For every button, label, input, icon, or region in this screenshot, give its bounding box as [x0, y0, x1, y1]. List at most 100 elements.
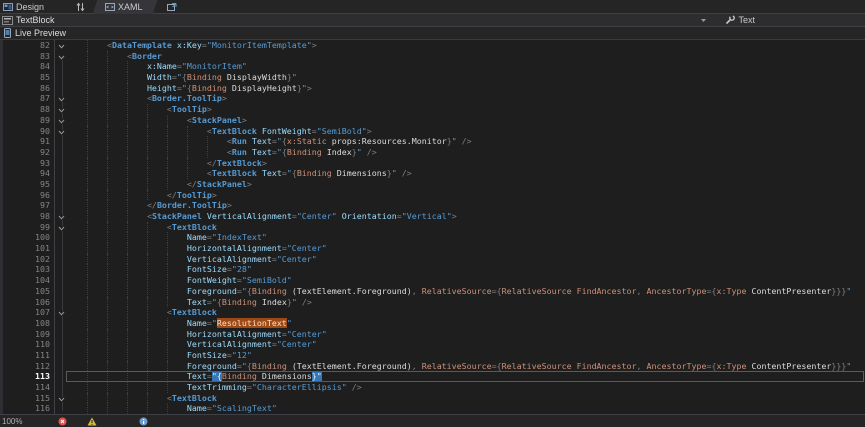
line-number[interactable]: 99 — [0, 222, 54, 233]
wrench-action-label[interactable]: Text — [738, 15, 755, 25]
line-number[interactable]: 115 — [0, 393, 54, 404]
line-number[interactable]: 91 — [0, 136, 54, 147]
code-line[interactable]: 84 x:Name="MonitorItem" — [0, 61, 865, 72]
code-text[interactable]: VerticalAlignment="Center" — [67, 339, 317, 350]
message-icon[interactable] — [139, 417, 148, 426]
code-text[interactable]: Text="{Binding Index}" /> — [67, 297, 312, 308]
fold-chevron-icon[interactable] — [54, 115, 67, 126]
code-text[interactable]: <TextBlock — [67, 307, 217, 318]
code-line[interactable]: 97 </Border.ToolTip> — [0, 200, 865, 211]
fold-chevron-icon[interactable] — [54, 211, 67, 222]
fold-chevron-icon[interactable] — [54, 93, 67, 104]
code-line[interactable]: 110 VerticalAlignment="Center" — [0, 339, 865, 350]
breadcrumb-element[interactable]: TextBlock — [16, 15, 55, 25]
code-text[interactable]: <TextBlock — [67, 222, 217, 233]
code-text[interactable]: HorizontalAlignment="Center" — [67, 243, 327, 254]
code-text[interactable]: Foreground="{Binding (TextElement.Foregr… — [67, 361, 851, 372]
code-line[interactable]: 98 <StackPanel VerticalAlignment="Center… — [0, 211, 865, 222]
line-number[interactable]: 90 — [0, 126, 54, 137]
line-number[interactable]: 114 — [0, 382, 54, 393]
code-line[interactable]: 113 Text="{Binding Dimensions}" — [0, 371, 865, 382]
code-text[interactable]: VerticalAlignment="Center" — [67, 254, 317, 265]
code-line[interactable]: 116 Name="ScalingText" — [0, 403, 865, 414]
code-line[interactable]: 95 </StackPanel> — [0, 179, 865, 190]
line-number[interactable]: 87 — [0, 93, 54, 104]
code-line[interactable]: 88 <ToolTip> — [0, 104, 865, 115]
code-text[interactable]: <Run Text="{x:Static props:Resources.Mon… — [67, 136, 472, 147]
fold-chevron-icon[interactable] — [54, 51, 67, 62]
code-line[interactable]: 99 <TextBlock — [0, 222, 865, 233]
line-number[interactable]: 112 — [0, 361, 54, 372]
code-text[interactable]: <Run Text="{Binding Index}" /> — [67, 147, 377, 158]
code-text[interactable]: <StackPanel> — [67, 115, 247, 126]
code-text[interactable]: Name="ResolutionText" — [67, 318, 292, 329]
fold-chevron-icon[interactable] — [54, 40, 67, 51]
line-number[interactable]: 102 — [0, 254, 54, 265]
line-number[interactable]: 109 — [0, 329, 54, 340]
code-line[interactable]: 91 <Run Text="{x:Static props:Resources.… — [0, 136, 865, 147]
line-number[interactable]: 104 — [0, 275, 54, 286]
error-icon[interactable] — [58, 417, 67, 426]
code-text[interactable]: Height="{Binding DisplayHeight}"> — [67, 83, 312, 94]
code-text[interactable]: <TextBlock — [67, 393, 217, 404]
code-text[interactable]: <ToolTip> — [67, 104, 212, 115]
tab-design[interactable]: Design — [16, 2, 44, 12]
code-text[interactable]: FontSize="28" — [67, 264, 252, 275]
code-line[interactable]: 96 </ToolTip> — [0, 190, 865, 201]
code-text[interactable]: FontSize="12" — [67, 350, 252, 361]
fold-chevron-icon[interactable] — [54, 104, 67, 115]
line-number[interactable]: 106 — [0, 297, 54, 308]
code-line[interactable]: 105 Foreground="{Binding (TextElement.Fo… — [0, 286, 865, 297]
line-number[interactable]: 107 — [0, 307, 54, 318]
code-line[interactable]: 85 Width="{Binding DisplayWidth}" — [0, 72, 865, 83]
swap-views-icon[interactable] — [76, 2, 85, 12]
code-line[interactable]: 93 </TextBlock> — [0, 158, 865, 169]
code-text[interactable]: <DataTemplate x:Key="MonitorItemTemplate… — [67, 40, 317, 51]
code-text[interactable]: </ToolTip> — [67, 190, 217, 201]
code-text[interactable]: Width="{Binding DisplayWidth}" — [67, 72, 297, 83]
code-line[interactable]: 89 <StackPanel> — [0, 115, 865, 126]
code-line[interactable]: 111 FontSize="12" — [0, 350, 865, 361]
warning-icon[interactable] — [87, 417, 97, 426]
line-number[interactable]: 88 — [0, 104, 54, 115]
line-number[interactable]: 113 — [0, 371, 54, 382]
code-text[interactable]: Text="{Binding Dimensions}" — [67, 371, 322, 382]
line-number[interactable]: 93 — [0, 158, 54, 169]
code-text[interactable]: <TextBlock Text="{Binding Dimensions}" /… — [67, 168, 412, 179]
code-line[interactable]: 90 <TextBlock FontWeight="SemiBold"> — [0, 126, 865, 137]
code-line[interactable]: 109 HorizontalAlignment="Center" — [0, 329, 865, 340]
code-line[interactable]: 107 <TextBlock — [0, 307, 865, 318]
code-text[interactable]: Name="IndexText" — [67, 232, 267, 243]
line-number[interactable]: 101 — [0, 243, 54, 254]
line-number[interactable]: 92 — [0, 147, 54, 158]
fold-chevron-icon[interactable] — [54, 126, 67, 137]
live-preview-label[interactable]: Live Preview — [15, 28, 66, 38]
tab-xaml[interactable]: XAML — [93, 0, 157, 14]
line-number[interactable]: 108 — [0, 318, 54, 329]
wrench-icon[interactable] — [725, 15, 735, 25]
code-text[interactable]: </Border.ToolTip> — [67, 200, 232, 211]
line-number[interactable]: 82 — [0, 40, 54, 51]
line-number[interactable]: 110 — [0, 339, 54, 350]
line-number[interactable]: 105 — [0, 286, 54, 297]
line-number[interactable]: 111 — [0, 350, 54, 361]
line-number[interactable]: 97 — [0, 200, 54, 211]
code-line[interactable]: 92 <Run Text="{Binding Index}" /> — [0, 147, 865, 158]
line-number[interactable]: 98 — [0, 211, 54, 222]
line-number[interactable]: 95 — [0, 179, 54, 190]
line-number[interactable]: 100 — [0, 232, 54, 243]
code-line[interactable]: 106 Text="{Binding Index}" /> — [0, 297, 865, 308]
code-text[interactable]: </TextBlock> — [67, 158, 267, 169]
code-text[interactable]: Foreground="{Binding (TextElement.Foregr… — [67, 286, 851, 297]
code-line[interactable]: 114 TextTrimming="CharacterEllipsis" /> — [0, 382, 865, 393]
fold-chevron-icon[interactable] — [54, 222, 67, 233]
code-text[interactable]: FontWeight="SemiBold" — [67, 275, 292, 286]
code-text[interactable]: </StackPanel> — [67, 179, 252, 190]
code-line[interactable]: 103 FontSize="28" — [0, 264, 865, 275]
code-line[interactable]: 112 Foreground="{Binding (TextElement.Fo… — [0, 361, 865, 372]
code-line[interactable]: 102 VerticalAlignment="Center" — [0, 254, 865, 265]
code-text[interactable]: <TextBlock FontWeight="SemiBold"> — [67, 126, 372, 137]
line-number[interactable]: 86 — [0, 83, 54, 94]
fold-chevron-icon[interactable] — [54, 393, 67, 404]
fold-chevron-icon[interactable] — [54, 307, 67, 318]
